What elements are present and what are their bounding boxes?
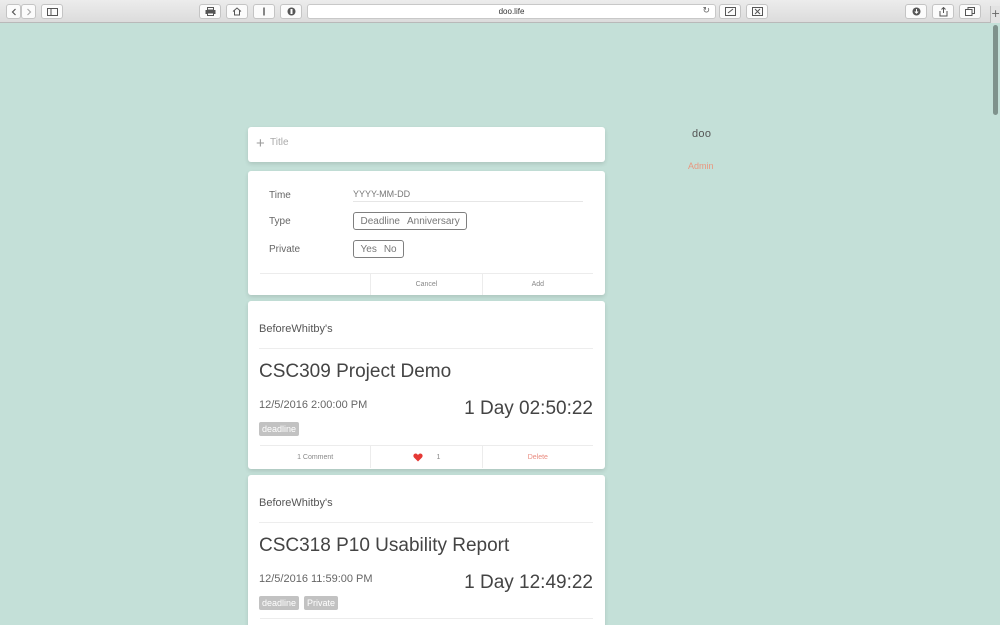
tabs-icon — [965, 7, 975, 16]
comments-button[interactable]: 1 Comment — [260, 446, 370, 468]
event-author[interactable]: BeforeWhitby's — [259, 323, 333, 335]
reader-button[interactable] — [253, 4, 275, 19]
time-label: Time — [269, 190, 291, 201]
tabs-button[interactable] — [959, 4, 981, 19]
event-actions — [260, 618, 593, 625]
divider — [259, 348, 593, 349]
share-button[interactable] — [932, 4, 954, 19]
new-event-title-card: + — [248, 127, 605, 162]
new-event-form: Time Type Deadline Anniversary Private Y… — [248, 171, 605, 295]
reload-icon[interactable]: ↻ — [702, 6, 710, 16]
tag-badge: Private — [304, 596, 339, 610]
event-tags: deadline — [259, 422, 300, 436]
like-count: 1 — [436, 453, 441, 461]
form-actions-spacer — [260, 274, 370, 295]
download-icon — [912, 7, 920, 16]
heart-icon — [412, 453, 423, 461]
tag-badge: deadline — [259, 422, 300, 436]
event-title: CSC309 Project Demo — [259, 361, 452, 382]
browser-toolbar: doo.life ↻ + — [0, 0, 1000, 23]
home-icon — [232, 7, 242, 16]
add-button[interactable]: Add — [481, 274, 593, 295]
like-button[interactable]: 1 — [370, 446, 481, 468]
event-countdown: 1 Day 12:49:22 — [464, 572, 593, 593]
type-selector: Deadline Anniversary — [353, 212, 468, 230]
private-option-no[interactable]: No — [380, 244, 400, 255]
tag-badge: deadline — [259, 596, 300, 610]
delete-button[interactable]: Delete — [481, 446, 593, 468]
home-button[interactable] — [226, 4, 248, 19]
event-actions: 1 Comment 1 Delete — [260, 445, 593, 468]
scissors-icon — [751, 7, 763, 16]
annotate-button[interactable] — [719, 4, 741, 19]
event-card: BeforeWhitby's CSC318 P10 Usability Repo… — [248, 475, 605, 625]
address-bar[interactable]: doo.life ↻ — [307, 4, 716, 19]
share-icon — [939, 6, 947, 16]
logo[interactable]: doo — [692, 128, 711, 140]
divider — [259, 522, 593, 523]
plus-icon: + — [256, 135, 265, 152]
back-button[interactable] — [6, 4, 21, 19]
event-title: CSC318 P10 Usability Report — [259, 535, 510, 556]
event-date: 12/5/2016 11:59:00 PM — [259, 573, 373, 585]
extension-button[interactable] — [746, 4, 768, 19]
type-option-anniversary[interactable]: Anniversary — [403, 216, 463, 227]
text-cursor-icon — [263, 7, 265, 16]
privacy-button[interactable] — [280, 4, 302, 19]
event-author[interactable]: BeforeWhitby's — [259, 497, 333, 509]
url-text: doo.life — [498, 7, 525, 16]
downloads-button[interactable] — [905, 4, 927, 19]
event-date: 12/5/2016 2:00:00 PM — [259, 399, 368, 411]
cancel-button[interactable]: Cancel — [370, 274, 481, 295]
sidebar-icon — [46, 7, 58, 16]
page-scrollbar[interactable] — [990, 23, 1000, 625]
chevron-right-icon — [26, 8, 31, 15]
admin-link[interactable]: Admin — [688, 161, 714, 171]
scroll-thumb[interactable] — [993, 25, 998, 115]
shield-icon — [287, 7, 295, 16]
private-label: Private — [269, 244, 301, 255]
new-tab-button[interactable]: + — [990, 6, 1000, 23]
private-selector: Yes No — [353, 240, 405, 258]
pen-icon — [724, 7, 736, 16]
sidebar-toggle-button[interactable] — [41, 4, 63, 19]
title-input[interactable] — [270, 137, 590, 148]
chevron-left-icon — [11, 8, 16, 15]
form-actions: Cancel Add — [260, 273, 593, 295]
print-button[interactable] — [199, 4, 221, 19]
type-label: Type — [269, 216, 291, 227]
event-card: BeforeWhitby's CSC309 Project Demo 12/5/… — [248, 301, 605, 469]
time-input[interactable] — [353, 187, 583, 202]
forward-button[interactable] — [21, 4, 36, 19]
event-countdown: 1 Day 02:50:22 — [464, 398, 593, 419]
event-tags: deadline Private — [259, 596, 339, 610]
private-option-yes[interactable]: Yes — [357, 244, 380, 255]
type-option-deadline[interactable]: Deadline — [357, 216, 403, 227]
printer-icon — [205, 7, 215, 16]
